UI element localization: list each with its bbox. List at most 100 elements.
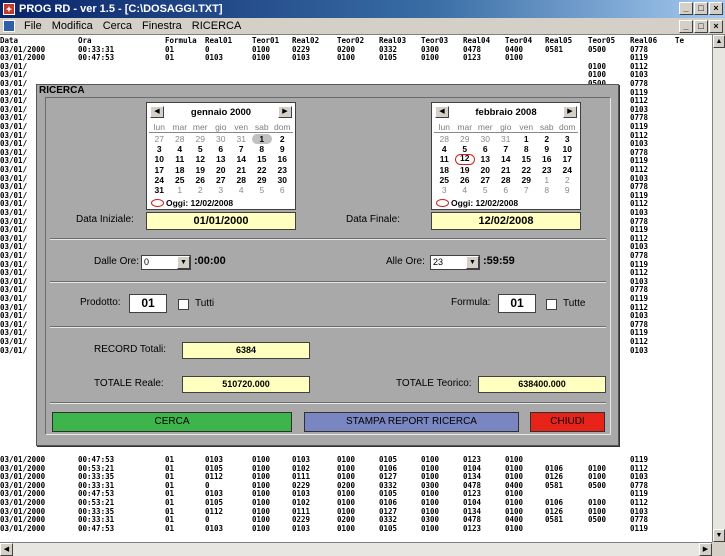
- start-calendar[interactable]: ◀ gennaio 2000 ▶ lun mar mer gio ven sab dom 2…: [146, 102, 296, 210]
- table-row[interactable]: 03/01/2000 00:33:31 01 0 0100 0229 0200 0332 030…: [0, 515, 712, 524]
- calendar-day[interactable]: 12: [454, 154, 475, 165]
- calendar-day[interactable]: 28: [496, 175, 517, 185]
- calendar-day[interactable]: 20: [475, 165, 496, 175]
- calendar-day[interactable]: 8: [516, 144, 537, 154]
- table-row[interactable]: 03/01/2000 00:53:21 01 0105 0100 0102 0100 0106…: [0, 498, 712, 507]
- calendar-day[interactable]: 4: [434, 144, 455, 154]
- table-row[interactable]: 03/01/2000 00:47:53 01 0103 0100 0103 0100 0105…: [0, 524, 712, 533]
- calendar-day[interactable]: 27: [149, 134, 170, 144]
- calendar-day[interactable]: 6: [272, 185, 293, 195]
- calendar-day[interactable]: 7: [231, 144, 252, 154]
- calendar-day[interactable]: 1: [170, 185, 191, 195]
- calendar-day[interactable]: 1: [516, 134, 537, 144]
- calendar-day[interactable]: 8: [537, 185, 558, 195]
- calendar-day[interactable]: 22: [252, 165, 273, 175]
- close-window-button[interactable]: ×: [709, 2, 723, 15]
- calendar-day[interactable]: 6: [496, 185, 517, 195]
- formula-all-checkbox[interactable]: [546, 299, 557, 310]
- table-row[interactable]: 03/01/2000 00:47:53 01 0103 0100 0103 0100 0105…: [0, 489, 712, 498]
- mdi-restore-button[interactable]: □: [694, 20, 708, 33]
- calendar-day[interactable]: 15: [252, 154, 273, 164]
- calendar-day[interactable]: 18: [170, 165, 191, 175]
- table-row[interactable]: 03/01/2000 00:47:53 01 0103 0100 0103 0100 0105…: [0, 53, 712, 62]
- calendar-day[interactable]: 23: [272, 165, 293, 175]
- calendar-day[interactable]: 23: [537, 165, 558, 175]
- menu-ricerca[interactable]: RICERCA: [187, 20, 247, 32]
- calendar-day[interactable]: 3: [211, 185, 232, 195]
- calendar-day[interactable]: 2: [272, 134, 293, 144]
- end-day-grid[interactable]: 28 29 30 31 1 2 3 4 5 6 7 8 9 10 11 12 13 14 15 16 17 18 19 20 2…: [434, 134, 578, 195]
- calendar-day[interactable]: 29: [455, 134, 476, 144]
- calendar-day[interactable]: 4: [170, 144, 191, 154]
- calendar-day[interactable]: 11: [170, 154, 191, 164]
- scroll-up-icon[interactable]: ▲: [713, 35, 725, 48]
- calendar-day[interactable]: 29: [516, 175, 537, 185]
- mdi-minimize-button[interactable]: _: [679, 20, 693, 33]
- calendar-day[interactable]: 17: [557, 154, 578, 164]
- scroll-down-icon[interactable]: ▼: [713, 529, 725, 542]
- calendar-day[interactable]: 31: [231, 134, 252, 144]
- calendar-day[interactable]: 13: [475, 154, 496, 164]
- next-month-icon[interactable]: ▶: [563, 106, 577, 118]
- table-row[interactable]: 03/01/2000 00:47:53 01 0103 0100 0103 0100 0105…: [0, 455, 712, 464]
- calendar-day[interactable]: 10: [149, 154, 170, 164]
- calendar-day[interactable]: 29: [252, 175, 273, 185]
- product-all-checkbox[interactable]: [178, 299, 189, 310]
- scroll-right-icon[interactable]: ▶: [699, 543, 712, 556]
- calendar-day[interactable]: 9: [272, 144, 293, 154]
- calendar-day[interactable]: 16: [272, 154, 293, 164]
- end-date-field[interactable]: 12/02/2008: [431, 212, 581, 230]
- calendar-day[interactable]: 11: [434, 154, 455, 164]
- table-row[interactable]: 03/01/2000 00:33:35 01 0112 0100 0111 0100 0127…: [0, 507, 712, 516]
- table-row[interactable]: 03/01/2000 00:33:35 01 0112 0100 0111 0100 0127…: [0, 472, 712, 481]
- calendar-day[interactable]: 27: [211, 175, 232, 185]
- mdi-close-button[interactable]: ×: [709, 20, 723, 33]
- close-button[interactable]: CHIUDI: [530, 412, 605, 432]
- calendar-day[interactable]: 21: [231, 165, 252, 175]
- calendar-day[interactable]: 31: [496, 134, 517, 144]
- calendar-day[interactable]: 5: [190, 144, 211, 154]
- calendar-day[interactable]: 15: [516, 154, 537, 164]
- calendar-day[interactable]: 18: [434, 165, 455, 175]
- calendar-day[interactable]: 21: [496, 165, 517, 175]
- calendar-day[interactable]: 14: [231, 154, 252, 164]
- calendar-day[interactable]: 13: [211, 154, 232, 164]
- calendar-day[interactable]: 2: [537, 134, 558, 144]
- calendar-day[interactable]: 12: [190, 154, 211, 164]
- calendar-day[interactable]: 25: [170, 175, 191, 185]
- calendar-day[interactable]: 1: [537, 175, 558, 185]
- calendar-day[interactable]: 7: [516, 185, 537, 195]
- formula-field[interactable]: 01: [498, 294, 536, 313]
- calendar-day[interactable]: 9: [537, 144, 558, 154]
- start-date-field[interactable]: 01/01/2000: [146, 212, 296, 230]
- calendar-day[interactable]: 10: [557, 144, 578, 154]
- calendar-day[interactable]: 6: [475, 144, 496, 154]
- menu-file[interactable]: File: [19, 20, 47, 32]
- menu-finestra[interactable]: Finestra: [137, 20, 187, 32]
- calendar-day[interactable]: 1: [251, 134, 272, 145]
- calendar-day[interactable]: 19: [455, 165, 476, 175]
- calendar-day[interactable]: 7: [496, 144, 517, 154]
- from-hour-select[interactable]: 0 ▼: [141, 255, 191, 270]
- calendar-day[interactable]: 25: [434, 175, 455, 185]
- table-row[interactable]: 03/01/2000 00:33:31 01 0 0100 0229 0200 0332 030…: [0, 45, 712, 54]
- calendar-day[interactable]: 3: [434, 185, 455, 195]
- menu-modifica[interactable]: Modifica: [47, 20, 98, 32]
- calendar-day[interactable]: 9: [557, 185, 578, 195]
- vertical-scrollbar[interactable]: ▲ ▼: [712, 35, 725, 542]
- end-today-link[interactable]: Oggi: 12/02/2008: [436, 198, 518, 208]
- calendar-day[interactable]: 30: [211, 134, 232, 144]
- start-day-grid[interactable]: 27 28 29 30 31 1 2 3 4 5 6 7 8 9 10 11 12 13 14 15 16 17 18 19 2…: [149, 134, 293, 195]
- calendar-day[interactable]: 30: [272, 175, 293, 185]
- calendar-day[interactable]: 8: [252, 144, 273, 154]
- calendar-day[interactable]: 27: [475, 175, 496, 185]
- table-row[interactable]: 03/01/2000 00:33:31 01 0 0100 0229 0200 0332 030…: [0, 481, 712, 490]
- calendar-day[interactable]: 2: [557, 175, 578, 185]
- end-calendar[interactable]: ◀ febbraio 2008 ▶ lun mar mer gio ven sab dom …: [431, 102, 581, 210]
- horizontal-scrollbar[interactable]: ◀ ▶: [0, 542, 712, 556]
- calendar-day[interactable]: 16: [537, 154, 558, 164]
- calendar-day[interactable]: 26: [455, 175, 476, 185]
- next-month-icon[interactable]: ▶: [278, 106, 292, 118]
- scroll-left-icon[interactable]: ◀: [0, 543, 13, 556]
- table-row[interactable]: 03/01/2000 00:53:21 01 0105 0100 0102 0100 0106…: [0, 464, 712, 473]
